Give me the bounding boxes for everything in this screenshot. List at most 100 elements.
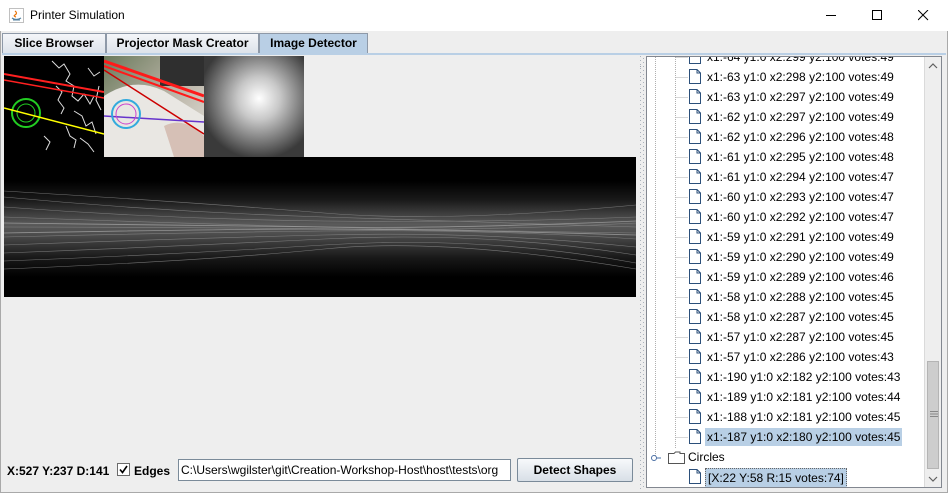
document-icon (689, 329, 701, 344)
shape-results-tree: x1:-64 y1:0 x2:299 y2:100 votes:49 x1:-63… (646, 56, 942, 488)
line-result-label: x1:-62 y1:0 x2:297 y2:100 votes:49 (707, 110, 894, 124)
cursor-status: X:527 Y:237 D:141 (7, 464, 110, 478)
tab-underline (2, 53, 946, 55)
tab-image-detector[interactable]: Image Detector (259, 33, 368, 54)
detector-controls: X:527 Y:237 D:141 Edges C:\Users\wgilste… (3, 458, 637, 482)
java-app-icon (9, 8, 24, 23)
document-icon (689, 57, 701, 64)
line-result-row[interactable]: x1:-190 y1:0 x2:182 y2:100 votes:43 (647, 367, 925, 387)
split-pane-divider[interactable] (639, 56, 645, 490)
line-result-row[interactable]: x1:-58 y1:0 x2:287 y2:100 votes:45 (647, 307, 925, 327)
document-icon (689, 189, 701, 204)
document-icon (689, 109, 701, 124)
line-result-row[interactable]: x1:-188 y1:0 x2:181 y2:100 votes:45 (647, 407, 925, 427)
line-result-row[interactable]: x1:-59 y1:0 x2:289 y2:100 votes:46 (647, 267, 925, 287)
tree-connector (675, 177, 688, 178)
line-result-label: x1:-57 y1:0 x2:287 y2:100 votes:45 (707, 330, 894, 344)
document-icon (689, 309, 701, 324)
document-icon (689, 69, 701, 84)
document-icon (689, 209, 701, 224)
line-result-label: x1:-188 y1:0 x2:181 y2:100 votes:45 (707, 410, 901, 424)
line-result-row[interactable]: x1:-61 y1:0 x2:294 y2:100 votes:47 (647, 167, 925, 187)
line-result-label: x1:-64 y1:0 x2:299 y2:100 votes:49 (707, 56, 894, 64)
line-result-label: x1:-59 y1:0 x2:289 y2:100 votes:46 (707, 270, 894, 284)
document-icon (689, 249, 701, 264)
scroll-up-icon[interactable] (928, 62, 938, 70)
line-result-row[interactable]: x1:-57 y1:0 x2:286 y2:100 votes:43 (647, 347, 925, 367)
line-result-row[interactable]: x1:-60 y1:0 x2:293 y2:100 votes:47 (647, 187, 925, 207)
line-result-row[interactable]: x1:-60 y1:0 x2:292 y2:100 votes:47 (647, 207, 925, 227)
line-result-label: x1:-187 y1:0 x2:180 y2:100 votes:45 (705, 428, 903, 446)
line-result-row[interactable]: x1:-63 y1:0 x2:297 y2:100 votes:49 (647, 87, 925, 107)
scroll-thumb[interactable] (927, 361, 939, 469)
minimize-button[interactable] (808, 0, 854, 31)
line-result-row[interactable]: x1:-59 y1:0 x2:290 y2:100 votes:49 (647, 247, 925, 267)
circles-folder-label: Circles (688, 450, 725, 464)
document-icon (689, 269, 701, 284)
source-photo-image[interactable] (104, 56, 204, 157)
line-result-row[interactable]: x1:-61 y1:0 x2:295 y2:100 votes:48 (647, 147, 925, 167)
title-bar: Printer Simulation (0, 0, 948, 31)
document-icon (689, 229, 701, 244)
line-result-row[interactable]: x1:-58 y1:0 x2:288 y2:100 votes:45 (647, 287, 925, 307)
document-icon (689, 149, 701, 164)
line-result-label: x1:-60 y1:0 x2:292 y2:100 votes:47 (707, 210, 894, 224)
circle-result-label: [X:22 Y:58 R:15 votes:74] (705, 468, 847, 487)
tree-connector (675, 197, 688, 198)
hough-accumulator-image[interactable] (4, 157, 636, 297)
line-result-label: x1:-59 y1:0 x2:290 y2:100 votes:49 (707, 250, 894, 264)
line-result-row[interactable]: x1:-62 y1:0 x2:296 y2:100 votes:48 (647, 127, 925, 147)
document-icon (689, 469, 701, 484)
close-icon (917, 10, 928, 21)
line-result-row[interactable]: x1:-59 y1:0 x2:291 y2:100 votes:49 (647, 227, 925, 247)
tree-connector (675, 77, 688, 78)
folder-icon (668, 451, 685, 464)
image-path-input[interactable]: C:\Users\wgilster\git\Creation-Workshop-… (178, 459, 511, 481)
scroll-down-icon[interactable] (928, 475, 938, 483)
line-result-row[interactable]: x1:-64 y1:0 x2:299 y2:100 votes:49 (647, 56, 925, 67)
tree-connector (675, 337, 688, 338)
tree-scrollbar[interactable] (924, 57, 941, 487)
tab-projector-mask-creator[interactable]: Projector Mask Creator (106, 33, 259, 53)
tree-connector (675, 277, 688, 278)
line-result-row[interactable]: x1:-63 y1:0 x2:298 y2:100 votes:49 (647, 67, 925, 87)
tree-connector (675, 217, 688, 218)
edges-checkbox[interactable] (117, 463, 130, 476)
document-icon (689, 369, 701, 384)
circles-folder-row[interactable]: Circles (647, 447, 927, 467)
line-result-row[interactable]: x1:-189 y1:0 x2:181 y2:100 votes:44 (647, 387, 925, 407)
expand-handle-icon[interactable] (650, 451, 662, 463)
window-title: Printer Simulation (30, 8, 125, 22)
line-result-row[interactable]: x1:-187 y1:0 x2:180 y2:100 votes:45 (647, 427, 925, 447)
detect-shapes-button[interactable]: Detect Shapes (517, 458, 633, 482)
line-result-row[interactable]: x1:-57 y1:0 x2:287 y2:100 votes:45 (647, 327, 925, 347)
document-icon (689, 89, 701, 104)
hough-space-image[interactable] (204, 56, 304, 157)
document-icon (689, 429, 701, 444)
line-result-label: x1:-61 y1:0 x2:294 y2:100 votes:47 (707, 170, 894, 184)
tree-connector (675, 297, 688, 298)
tree-connector (675, 97, 688, 98)
line-result-label: x1:-58 y1:0 x2:287 y2:100 votes:45 (707, 310, 894, 324)
line-result-label: x1:-59 y1:0 x2:291 y2:100 votes:49 (707, 230, 894, 244)
line-result-label: x1:-189 y1:0 x2:181 y2:100 votes:44 (707, 390, 901, 404)
edge-detection-image[interactable] (4, 56, 104, 157)
tree-connector (675, 397, 688, 398)
edges-label: Edges (134, 464, 171, 478)
tree-connector (675, 377, 688, 378)
tree-connector (675, 257, 688, 258)
tree-connector (675, 357, 688, 358)
document-icon (689, 289, 701, 304)
line-result-row[interactable]: x1:-62 y1:0 x2:297 y2:100 votes:49 (647, 107, 925, 127)
tree-connector (675, 117, 688, 118)
line-result-label: x1:-60 y1:0 x2:293 y2:100 votes:47 (707, 190, 894, 204)
tab-slice-browser[interactable]: Slice Browser (2, 33, 106, 53)
line-result-label: x1:-62 y1:0 x2:296 y2:100 votes:48 (707, 130, 894, 144)
circle-result-row[interactable]: [X:22 Y:58 R:15 votes:74] (647, 467, 927, 487)
document-icon (689, 129, 701, 144)
close-button[interactable] (900, 0, 946, 31)
grip-icon (930, 411, 938, 417)
line-result-label: x1:-57 y1:0 x2:286 y2:100 votes:43 (707, 350, 894, 364)
maximize-icon (871, 10, 882, 20)
maximize-button[interactable] (854, 0, 900, 31)
